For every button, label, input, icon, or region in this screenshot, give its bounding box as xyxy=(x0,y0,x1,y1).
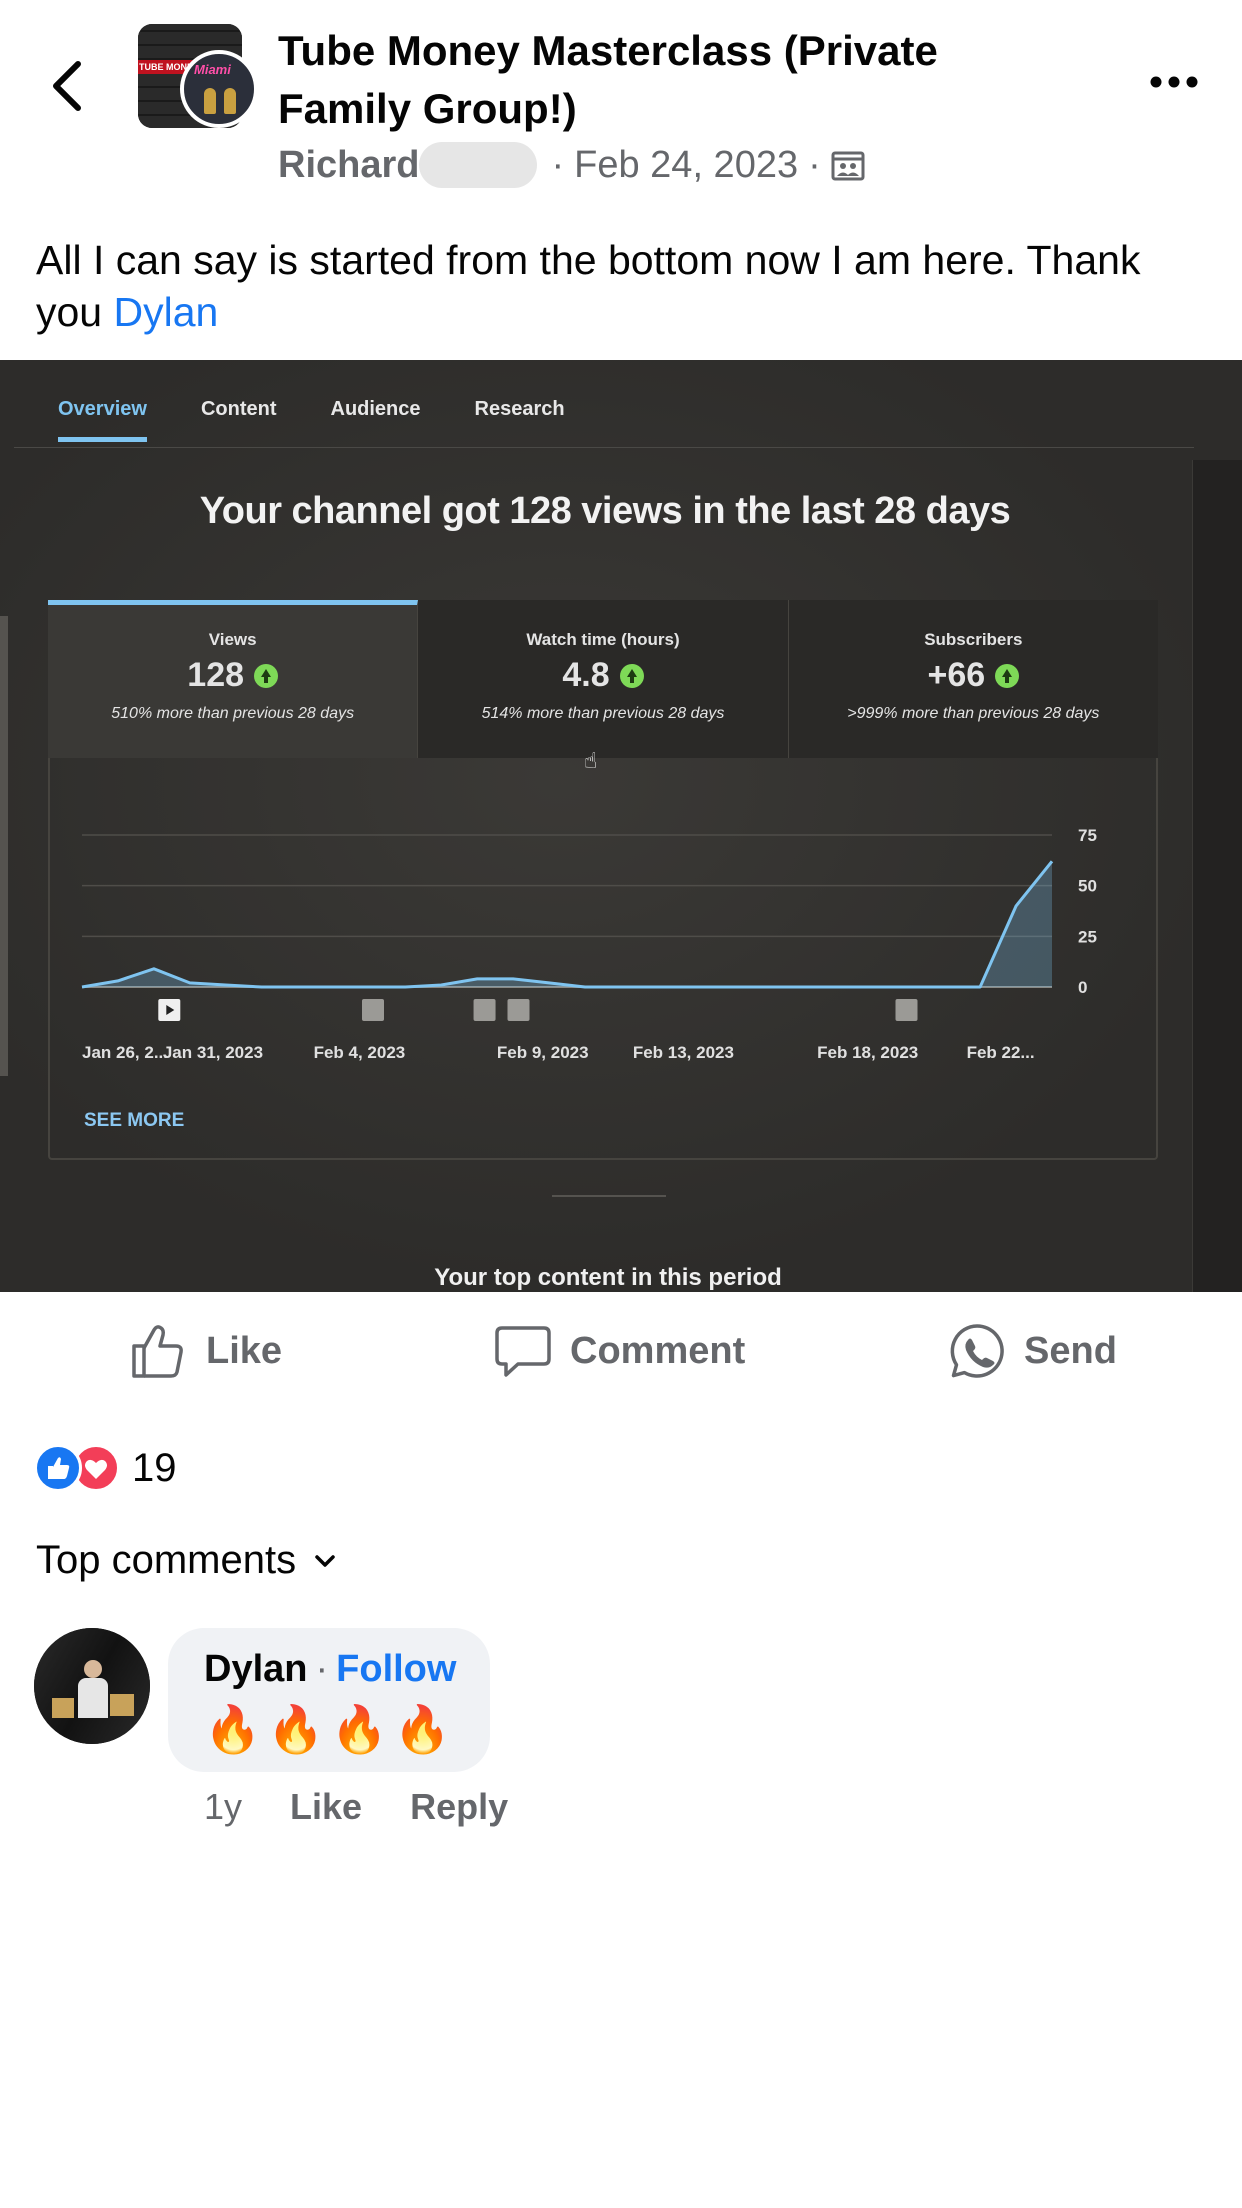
post-date[interactable]: Feb 24, 2023 xyxy=(574,144,798,187)
whatsapp-icon xyxy=(950,1324,1004,1378)
comment-sort-dropdown[interactable]: Top comments xyxy=(36,1538,340,1583)
section-divider xyxy=(552,1195,666,1197)
comment-bubble: Dylan · Follow 🔥🔥🔥🔥 xyxy=(168,1628,490,1772)
comment-like-button[interactable]: Like xyxy=(290,1786,362,1828)
y-tick-label: 50 xyxy=(1078,877,1097,896)
comment-sort-label: Top comments xyxy=(36,1538,297,1582)
commenter-avatar[interactable] xyxy=(34,1628,150,1744)
comment-meta: 1y Like Reply xyxy=(204,1786,508,1828)
send-label: Send xyxy=(1024,1329,1117,1372)
author-name[interactable]: Richard xyxy=(278,144,419,187)
comment-reply-button[interactable]: Reply xyxy=(410,1786,508,1828)
mention-link[interactable]: Dylan xyxy=(114,289,219,335)
x-tick-label: Jan 26, 2... xyxy=(82,1043,168,1062)
comment-icon xyxy=(495,1326,551,1377)
comment-age: 1y xyxy=(204,1786,243,1827)
reaction-count: 19 xyxy=(132,1445,177,1490)
back-arrow-icon[interactable] xyxy=(44,58,92,114)
name-separator: · xyxy=(315,1648,329,1690)
top-content-heading: Your top content in this period xyxy=(434,1264,782,1291)
meta-separator: · xyxy=(551,143,565,186)
upload-marker xyxy=(362,999,384,1021)
meta-separator: · xyxy=(808,143,821,186)
views-chart: 0 25 50 75 Jan 26, 2...Jan 31, 2023 Feb 4, 20… xyxy=(81,826,1097,1062)
comment-text: 🔥🔥🔥🔥 xyxy=(204,1703,458,1755)
series-area xyxy=(82,861,1052,987)
x-tick-label: Feb 13, 2023 xyxy=(633,1043,734,1062)
post-header: TUBE MONEY Miami Tube Money Masterclass … xyxy=(0,0,1242,200)
comment-label: Comment xyxy=(570,1329,746,1372)
more-options-icon[interactable] xyxy=(1148,70,1200,94)
like-button[interactable]: Like xyxy=(130,1322,282,1380)
redacted-surname xyxy=(419,142,538,188)
y-tick-label: 25 xyxy=(1078,927,1097,946)
author-avatar-text: Miami xyxy=(194,62,231,77)
post-meta: Richard · Feb 24, 2023 · xyxy=(278,140,865,190)
series-line xyxy=(81,860,1054,989)
commenter-name[interactable]: Dylan xyxy=(204,1648,307,1691)
like-reaction-icon xyxy=(34,1444,82,1492)
post-photo[interactable]: Overview Content Audience Research Your … xyxy=(0,360,1242,1292)
group-name[interactable]: Tube Money Masterclass (Private Family G… xyxy=(278,22,1058,138)
x-tick-label: Feb 9, 2023 xyxy=(497,1043,589,1062)
y-tick-label: 75 xyxy=(1078,826,1097,845)
y-tick-label: 0 xyxy=(1078,978,1087,997)
post-actions: Like Comment Send xyxy=(0,1292,1242,1408)
x-tick-label: Feb 18, 2023 xyxy=(817,1043,918,1062)
like-label: Like xyxy=(206,1329,283,1372)
group-privacy-icon xyxy=(831,151,865,181)
upload-marker xyxy=(473,999,496,1021)
author-avatar[interactable]: Miami xyxy=(180,50,258,128)
x-tick-label: Feb 4, 2023 xyxy=(314,1043,406,1062)
x-tick-label: Feb 22... xyxy=(967,1043,1035,1062)
reactions-summary[interactable]: 19 xyxy=(34,1442,177,1494)
see-more-link: SEE MORE xyxy=(84,1110,185,1131)
upload-marker xyxy=(507,999,530,1021)
comment-button[interactable]: Comment xyxy=(494,1322,745,1380)
follow-button[interactable]: Follow xyxy=(336,1648,456,1691)
upload-marker xyxy=(895,999,918,1021)
chevron-down-icon xyxy=(315,1554,335,1567)
thumbs-up-icon xyxy=(132,1325,183,1378)
send-button[interactable]: Send xyxy=(948,1322,1117,1380)
x-tick-label: Jan 31, 2023 xyxy=(163,1043,263,1062)
post-text: All I can say is started from the bottom… xyxy=(36,234,1216,338)
comment-header: Dylan · Follow xyxy=(204,1648,456,1691)
